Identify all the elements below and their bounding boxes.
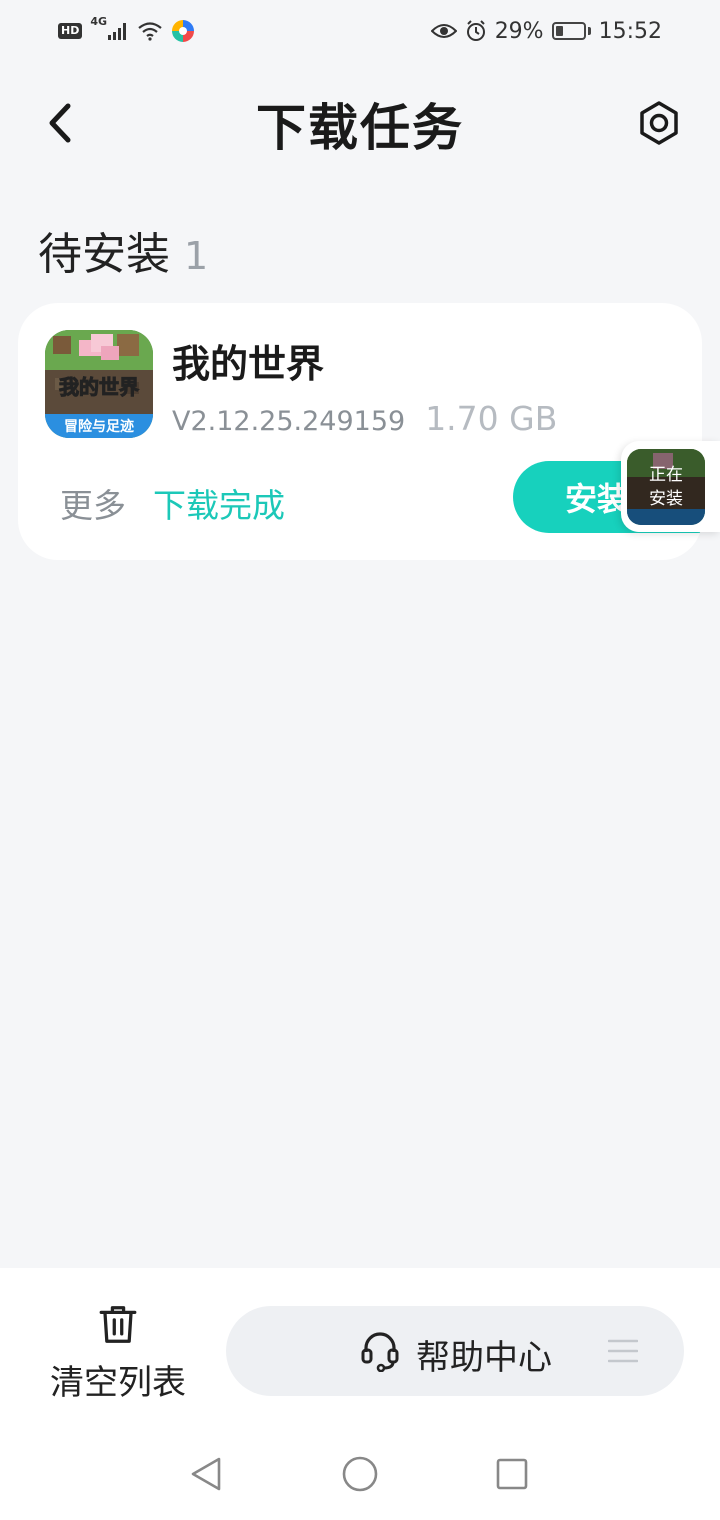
alarm-icon <box>465 20 487 42</box>
help-center-label: 帮助中心 <box>416 1338 552 1378</box>
back-button[interactable] <box>40 98 80 148</box>
circle-home-icon <box>342 1456 378 1492</box>
app-name: 我的世界 <box>172 342 325 386</box>
headset-icon <box>361 1332 399 1372</box>
more-button[interactable]: 更多 <box>60 479 126 527</box>
network-type: 4G <box>90 15 108 28</box>
clear-list-label: 清空列表 <box>50 1363 186 1403</box>
page-title: 下载任务 <box>256 99 464 157</box>
battery-tip <box>587 27 591 35</box>
installing-overlay: 正在 安装 <box>627 449 705 525</box>
status-bar: HD 4G 29% 15:52 <box>0 0 720 62</box>
section-title: 待安装 <box>38 229 170 280</box>
app-icon-title: 我的世界 <box>59 375 139 399</box>
app-notification-icon <box>171 19 195 43</box>
chevron-left-icon <box>49 103 71 143</box>
clock: 15:52 <box>598 18 662 44</box>
download-task-card[interactable]: 我的世界 冒险与足迹 我的世界 V2.12.25.249159 1.70 GB … <box>18 303 702 560</box>
app-icon: 我的世界 冒险与足迹 <box>45 330 153 438</box>
battery-percent: 29% <box>494 18 544 44</box>
battery-fill <box>555 26 564 36</box>
app-version: V2.12.25.249159 <box>172 406 406 437</box>
eye-icon <box>430 22 457 40</box>
app-icon-subtitle: 冒险与足迹 <box>64 418 134 435</box>
square-recents-icon <box>496 1458 528 1490</box>
help-center-button[interactable]: 帮助中心 <box>226 1306 684 1396</box>
app-meta: V2.12.25.249159 1.70 GB <box>172 399 557 438</box>
clear-list-button[interactable]: 清空列表 <box>46 1304 190 1404</box>
battery-icon <box>551 22 591 40</box>
section-heading: 待安装 1 <box>38 218 208 282</box>
trash-icon <box>99 1306 137 1343</box>
nav-recents-button[interactable] <box>492 1454 532 1494</box>
wifi-icon <box>137 21 163 41</box>
settings-icon <box>640 101 678 145</box>
menu-icon <box>608 1339 638 1363</box>
installing-line1: 正在 <box>649 465 683 485</box>
status-right: 29% 15:52 <box>430 18 662 44</box>
hd-badge: HD <box>58 23 83 39</box>
installing-app-thumbnail: 正在 安装 <box>627 449 705 525</box>
system-nav-bar <box>0 1428 720 1520</box>
installing-line2: 安装 <box>649 489 683 509</box>
bottom-bar: 清空列表 帮助中心 <box>0 1268 720 1428</box>
app-size: 1.70 GB <box>425 399 558 438</box>
settings-button[interactable] <box>634 98 684 148</box>
header: 下载任务 <box>0 62 720 186</box>
battery-body <box>551 22 586 40</box>
status-left: HD 4G <box>58 15 195 43</box>
download-status: 下载完成 <box>153 486 285 525</box>
nav-home-button[interactable] <box>340 1454 380 1494</box>
section-count: 1 <box>184 234 209 278</box>
installing-float-widget[interactable]: 正在 安装 <box>621 441 720 532</box>
nav-back-button[interactable] <box>186 1454 226 1494</box>
triangle-back-icon <box>191 1457 221 1491</box>
signal-icon: 4G <box>90 15 129 41</box>
